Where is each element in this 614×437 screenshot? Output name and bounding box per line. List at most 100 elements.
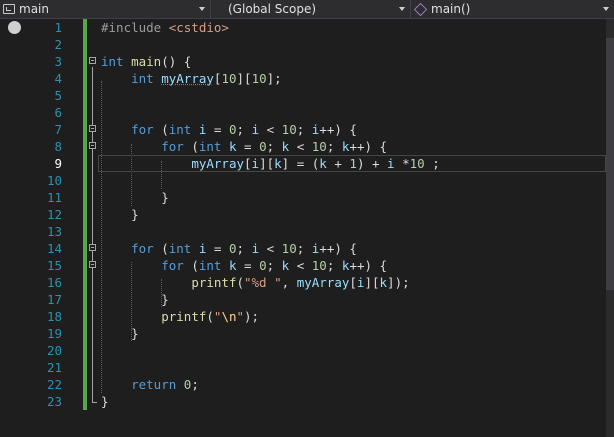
line-number: 16 [46, 275, 62, 290]
code-token: " [236, 309, 245, 324]
code-token: ][ [259, 156, 275, 171]
code-token: ; [326, 139, 342, 154]
code-line[interactable]: 20 [0, 342, 606, 359]
code-token: int [131, 71, 154, 86]
code-line[interactable]: 3 int main() { [0, 53, 606, 70]
code-text: } [101, 189, 169, 206]
line-number: 10 [46, 173, 62, 188]
code-line[interactable]: 21 [0, 359, 606, 376]
code-token: ]; [266, 71, 282, 86]
project-dropdown[interactable]: main [0, 0, 211, 18]
code-token: <cstdio> [168, 20, 229, 35]
code-token: myArray [191, 156, 244, 171]
code-token: main [131, 54, 162, 69]
code-line[interactable]: 15 for (int k = 0; k < 10; k++) { [0, 257, 606, 274]
code-token: = [236, 258, 260, 273]
code-token: ; [326, 258, 342, 273]
line-number: 4 [54, 71, 62, 86]
code-token: < [259, 122, 282, 137]
code-token: i [387, 156, 395, 171]
chevron-down-icon [199, 7, 205, 11]
scrollbar-thumb[interactable] [606, 38, 614, 290]
member-dropdown[interactable]: main() [411, 0, 614, 18]
code-token: #include [101, 20, 169, 35]
code-token: int [198, 139, 222, 154]
code-text: for (int k = 0; k < 10; k++) { [101, 138, 387, 155]
code-line[interactable]: 10 [0, 172, 606, 189]
code-line[interactable]: 11 } [0, 189, 606, 206]
code-line[interactable]: 2 [0, 36, 606, 53]
code-token: ; [236, 122, 252, 137]
code-line[interactable]: 17 } [0, 291, 606, 308]
code-token: ; [296, 241, 312, 256]
collapse-toggle-icon[interactable] [89, 261, 96, 268]
collapse-toggle-icon[interactable] [89, 142, 96, 149]
line-number: 12 [46, 207, 62, 222]
code-token: = [206, 241, 229, 256]
code-token: ; [424, 156, 440, 171]
code-text: int myArray[10][10]; [101, 70, 282, 87]
line-number: 3 [54, 54, 62, 69]
line-number: 19 [46, 326, 62, 341]
scope-dropdown[interactable]: (Global Scope) [211, 0, 411, 18]
code-text: } [101, 393, 109, 410]
code-token: [ [244, 156, 252, 171]
line-number: 17 [46, 292, 62, 307]
project-icon [3, 4, 15, 14]
code-text: } [101, 291, 169, 308]
code-text: #include <cstdio> [101, 19, 229, 36]
chevron-down-icon [399, 7, 405, 11]
code-token: 0 [228, 241, 237, 256]
code-line[interactable]: 4 int myArray[10][10]; [0, 70, 606, 87]
code-token: ; [296, 122, 312, 137]
code-text: return 0; [101, 376, 199, 393]
code-line[interactable]: 19 } [0, 325, 606, 342]
code-token: 10 [311, 139, 327, 154]
code-token: myArray [161, 71, 214, 86]
code-editor[interactable]: 1 #include <cstdio> 2 3 int main() {4 int my… [0, 19, 614, 437]
code-line[interactable]: 14 for (int i = 0; i < 10; i++) { [0, 240, 606, 257]
code-text: for (int i = 0; i < 10; i++) { [101, 121, 357, 138]
line-number: 14 [46, 241, 62, 256]
code-line[interactable]: 13 [0, 223, 606, 240]
code-token: ++) { [349, 258, 388, 273]
code-line[interactable]: 6 [0, 104, 606, 121]
code-line[interactable]: 18 printf("\n"); [0, 308, 606, 325]
code-token: k [228, 139, 237, 154]
member-dropdown-label: main() [431, 2, 471, 16]
code-line[interactable]: 1 #include <cstdio> [0, 19, 606, 36]
code-line[interactable]: 8 for (int k = 0; k < 10; k++) { [0, 138, 606, 155]
scope-dropdown-label: (Global Scope) [228, 2, 317, 16]
code-line[interactable]: 7 for (int i = 0; i < 10; i++) { [0, 121, 606, 138]
line-number: 22 [46, 377, 62, 392]
code-token: ) + [356, 156, 388, 171]
code-token: < [289, 139, 312, 154]
code-token: ++) { [319, 122, 357, 137]
collapse-toggle-icon[interactable] [89, 125, 96, 132]
code-text: int main() { [101, 53, 191, 70]
code-token: ( [183, 258, 199, 273]
collapse-toggle-icon[interactable] [89, 57, 96, 64]
code-token: < [289, 258, 312, 273]
code-line[interactable]: 16 printf("%d ", myArray[i][k]); [0, 274, 606, 291]
code-line[interactable]: 9 myArray[i][k] = (k + 1) + i *10 ; [0, 155, 606, 172]
code-token: ; [236, 241, 252, 256]
code-line[interactable]: 22 return 0; [0, 376, 606, 393]
collapse-toggle-icon[interactable] [89, 244, 96, 251]
code-token: ; [191, 377, 199, 392]
code-token: \n [221, 309, 237, 324]
code-line[interactable]: 23} [0, 393, 606, 410]
code-text: printf("\n"); [101, 308, 259, 325]
code-line[interactable]: 5 [0, 87, 606, 104]
line-number: 11 [46, 190, 62, 205]
code-token: k [274, 156, 282, 171]
code-text: } [101, 206, 139, 223]
code-line[interactable]: 12 } [0, 206, 606, 223]
code-token: } [101, 326, 139, 341]
